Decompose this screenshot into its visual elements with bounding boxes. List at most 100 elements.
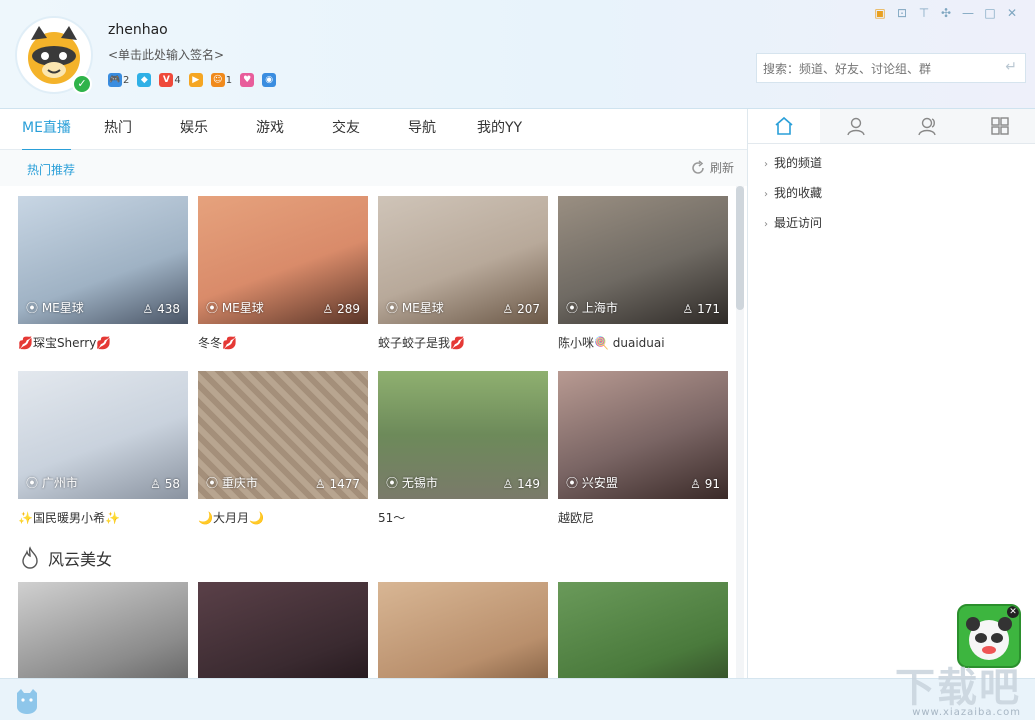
skin-icon[interactable]: ⊡ [895, 6, 909, 20]
hot-recommend-label[interactable]: 热门推荐 [27, 161, 75, 178]
diamond-badge-icon: ◆ [137, 73, 152, 87]
streamer-name[interactable]: 💋琛宝Sherry💋 [18, 334, 188, 351]
tab-home[interactable] [748, 109, 820, 143]
search-box[interactable]: ↵ [756, 53, 1026, 84]
eye-badge-icon: ◉ [262, 73, 277, 87]
stream-thumbnail[interactable]: ⦿ 无锡市 ♙ 149 [378, 371, 548, 499]
stream-card[interactable] [18, 582, 188, 678]
heart-badge[interactable]: ♥ [240, 73, 255, 87]
streamer-name[interactable]: 🌙大月月🌙 [198, 509, 368, 526]
sub-bar: 热门推荐 刷新 [0, 150, 747, 186]
window-controls: ▣ ⊡ ⊤ ✣ — □ ✕ [873, 6, 1019, 20]
stream-card[interactable] [198, 582, 368, 678]
stream-thumbnail[interactable] [378, 582, 548, 678]
main-tabs: ME直播 热门 娱乐 游戏 交友 导航 我的YY [0, 109, 747, 151]
stream-thumbnail[interactable]: ⦿ ME星球 ♙ 207 [378, 196, 548, 324]
bottom-bar [0, 678, 1035, 720]
stream-location: ⦿ ME星球 [386, 301, 444, 315]
streamer-name[interactable]: 蛟子蛟子是我💋 [378, 334, 548, 351]
stream-card[interactable]: ⦿ 兴安盟 ♙ 91 越欧尼 [558, 371, 728, 526]
tab-friends[interactable] [820, 109, 892, 143]
stream-card[interactable]: ⦿ ME星球 ♙ 289 冬冬💋 [198, 196, 368, 351]
stream-viewers: ♙ 289 [322, 302, 360, 316]
streamer-name[interactable]: 越欧尼 [558, 509, 728, 526]
tab-games[interactable]: 游戏 [256, 109, 284, 149]
stream-card[interactable] [378, 582, 548, 678]
content-scrollbar[interactable] [736, 186, 744, 678]
my-channels-item[interactable]: › 我的频道 [748, 148, 1035, 178]
tab-social[interactable]: 交友 [332, 109, 360, 149]
stream-thumbnail[interactable] [198, 582, 368, 678]
tab-apps[interactable] [964, 109, 1035, 143]
search-input[interactable] [757, 54, 995, 84]
flame-icon [22, 546, 38, 569]
stream-thumbnail[interactable]: ⦿ 广州市 ♙ 58 [18, 371, 188, 499]
pin-icon[interactable]: ✣ [939, 6, 953, 20]
stream-thumbnail[interactable]: ⦿ 重庆市 ♙ 1477 [198, 371, 368, 499]
tab-hot[interactable]: 热门 [104, 109, 132, 149]
my-favorites-item[interactable]: › 我的收藏 [748, 178, 1035, 208]
heart-badge-icon: ♥ [240, 73, 255, 87]
stream-card[interactable] [558, 582, 728, 678]
game-badge-icon: 🎮 [108, 73, 122, 87]
streamer-name[interactable]: ✨国民暖男小希✨ [18, 509, 188, 526]
scrollbar-thumb[interactable] [736, 186, 744, 310]
stream-thumbnail[interactable] [558, 582, 728, 678]
stream-viewers: ♙ 438 [142, 302, 180, 316]
stream-grid: ⦿ ME星球 ♙ 438 💋琛宝Sherry💋 ⦿ ME星球 ♙ 289 冬冬💋… [0, 186, 747, 678]
stream-viewers: ♙ 207 [502, 302, 540, 316]
tab-navigation[interactable]: 导航 [408, 109, 436, 149]
streamer-name[interactable]: 51～ [378, 509, 548, 526]
chevron-right-icon: › [764, 189, 768, 200]
stream-thumbnail[interactable]: ⦿ 上海市 ♙ 171 [558, 196, 728, 324]
enter-icon[interactable]: ↵ [1005, 59, 1017, 75]
home-icon [775, 116, 793, 135]
face-badge-icon: ☺ [210, 73, 225, 87]
stream-location: ⦿ 重庆市 [206, 476, 258, 490]
close-widget-icon[interactable]: ✕ [1007, 606, 1019, 618]
stream-card[interactable]: ⦿ ME星球 ♙ 438 💋琛宝Sherry💋 [18, 196, 188, 351]
section-title: 风云美女 [18, 546, 112, 570]
game-center-icon[interactable]: ▣ [873, 6, 887, 20]
tab-my-yy[interactable]: 我的YY [477, 109, 522, 149]
apps-grid-icon [991, 117, 1009, 135]
maximize-icon[interactable]: □ [983, 6, 997, 20]
stream-card[interactable]: ⦿ 无锡市 ♙ 149 51～ [378, 371, 548, 526]
stream-viewers: ♙ 149 [502, 477, 540, 491]
stream-card[interactable]: ⦿ 上海市 ♙ 171 陈小咪🍭 duaiduai [558, 196, 728, 351]
eye-badge[interactable]: ◉ [262, 73, 277, 87]
stream-thumbnail[interactable]: ⦿ ME星球 ♙ 289 [198, 196, 368, 324]
streamer-name[interactable]: 陈小咪🍭 duaiduai [558, 334, 728, 351]
play-badge-icon: ▶ [188, 73, 203, 87]
yy-bear-icon[interactable] [12, 685, 42, 715]
tab-contacts[interactable] [892, 109, 964, 143]
vip-badge[interactable]: V4 [159, 73, 181, 87]
stream-thumbnail[interactable]: ⦿ 兴安盟 ♙ 91 [558, 371, 728, 499]
recent-visits-item[interactable]: › 最近访问 [748, 208, 1035, 238]
tab-entertainment[interactable]: 娱乐 [180, 109, 208, 149]
diamond-badge[interactable]: ◆ [137, 73, 152, 87]
person-icon [847, 117, 865, 136]
minimize-icon[interactable]: — [961, 6, 975, 20]
refresh-button[interactable]: 刷新 [690, 159, 734, 176]
stream-viewers: ♙ 171 [682, 302, 720, 316]
watermark: 下载吧 www.xiazaiba.com [895, 665, 1021, 718]
right-list: › 我的频道 › 我的收藏 › 最近访问 [748, 144, 1035, 238]
stream-thumbnail[interactable] [18, 582, 188, 678]
close-icon[interactable]: ✕ [1005, 6, 1019, 20]
face-badge[interactable]: ☺ 1 [210, 73, 232, 87]
stream-card[interactable]: ⦿ ME星球 ♙ 207 蛟子蛟子是我💋 [378, 196, 548, 351]
tab-me-live[interactable]: ME直播 [22, 109, 71, 151]
streamer-name[interactable]: 冬冬💋 [198, 334, 368, 351]
signature-field[interactable]: <单击此处输入签名> [108, 46, 224, 63]
stream-location: ⦿ ME星球 [26, 301, 84, 315]
stream-card[interactable]: ⦿ 广州市 ♙ 58 ✨国民暖男小希✨ [18, 371, 188, 526]
stream-thumbnail[interactable]: ⦿ ME星球 ♙ 438 [18, 196, 188, 324]
game-badge[interactable]: 🎮 2 [108, 73, 129, 87]
shirt-icon[interactable]: ⊤ [917, 6, 931, 20]
username[interactable]: zhenhao [108, 22, 168, 38]
stream-card[interactable]: ⦿ 重庆市 ♙ 1477 🌙大月月🌙 [198, 371, 368, 526]
play-badge[interactable]: ▶ [188, 73, 203, 87]
stream-location: ⦿ 上海市 [566, 301, 618, 315]
stream-location: ⦿ ME星球 [206, 301, 264, 315]
